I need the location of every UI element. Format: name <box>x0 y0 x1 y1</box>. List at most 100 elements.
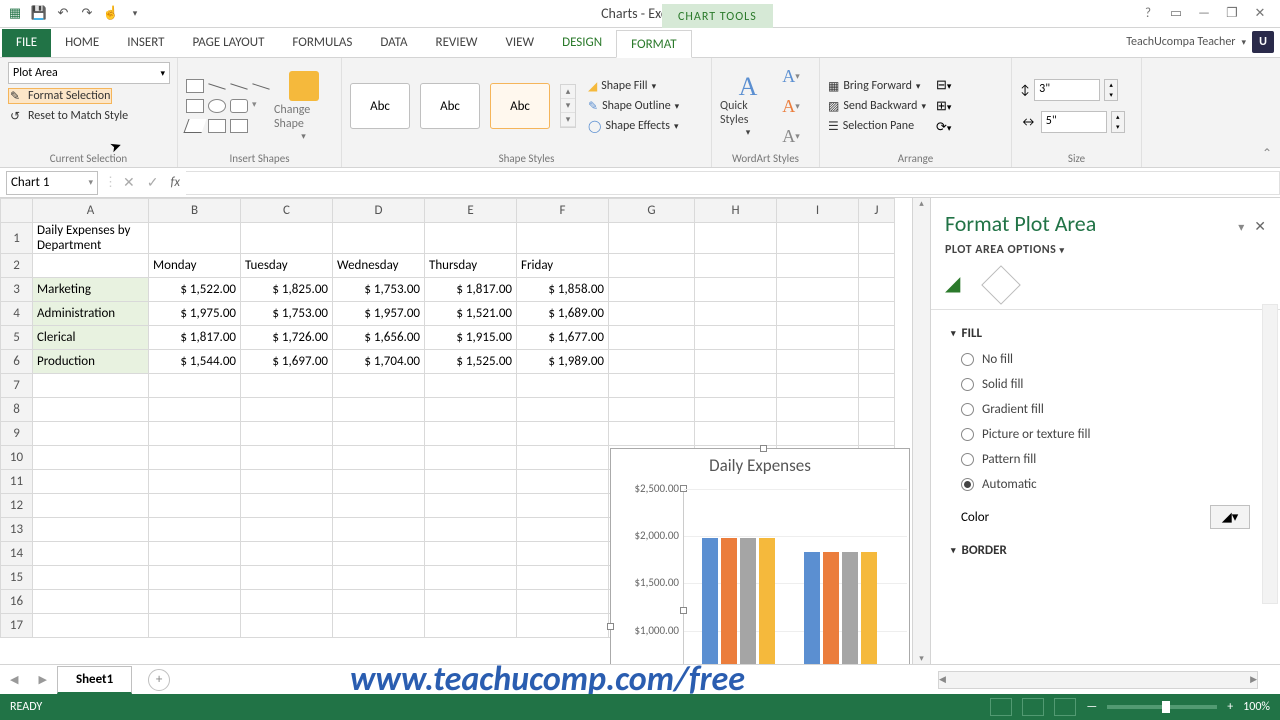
cell[interactable]: Production <box>33 350 149 374</box>
shape-gallery-row3[interactable] <box>186 119 270 133</box>
bar[interactable] <box>759 538 775 664</box>
cell[interactable] <box>241 470 333 494</box>
cell[interactable] <box>695 223 777 254</box>
cell[interactable] <box>333 374 425 398</box>
qat-customize-icon[interactable]: ▾ <box>126 5 144 23</box>
cell[interactable] <box>609 350 695 374</box>
reset-match-style-button[interactable]: ↺Reset to Match Style <box>8 108 130 124</box>
cell[interactable] <box>241 566 333 590</box>
cell[interactable] <box>695 422 777 446</box>
cell[interactable] <box>777 302 859 326</box>
user-name[interactable]: TeachUcompa Teacher <box>1126 35 1235 49</box>
row-header[interactable]: 10 <box>1 446 33 470</box>
cell[interactable] <box>859 278 895 302</box>
pane-subtitle[interactable]: PLOT AREA OPTIONS ▾ <box>931 243 1280 267</box>
tab-home[interactable]: HOME <box>51 29 113 57</box>
style-gallery-scroll[interactable]: ▴▾▾ <box>560 84 576 128</box>
zoom-slider[interactable] <box>1107 705 1217 709</box>
cell[interactable]: $ 1,521.00 <box>425 302 517 326</box>
roundrect-shape-icon[interactable] <box>230 99 248 113</box>
undo-icon[interactable]: ↶ <box>54 5 72 23</box>
tab-file[interactable]: FILE <box>2 29 51 57</box>
fill-auto-radio[interactable]: Automatic <box>951 472 1260 497</box>
fx-icon[interactable]: fx <box>164 175 186 190</box>
effects-tab-icon[interactable] <box>981 265 1021 305</box>
row-header[interactable]: 1 <box>1 223 33 254</box>
zoom-out-icon[interactable]: — <box>1086 700 1097 714</box>
plot-area[interactable] <box>683 489 907 664</box>
row-header[interactable]: 16 <box>1 590 33 614</box>
cell[interactable] <box>333 398 425 422</box>
chart-element-selector[interactable]: Plot Area▾ <box>8 62 170 84</box>
cell[interactable] <box>333 223 425 254</box>
cell[interactable] <box>33 566 149 590</box>
minimize-icon[interactable]: — <box>1194 6 1214 21</box>
cell[interactable] <box>859 254 895 278</box>
cell[interactable] <box>859 422 895 446</box>
cell[interactable] <box>517 422 609 446</box>
text-outline-icon[interactable]: A▾ <box>780 94 802 118</box>
group-icon[interactable]: ⊞▾ <box>936 99 951 114</box>
cell[interactable] <box>241 614 333 638</box>
width-input-row[interactable]: ↔5"▴▾ <box>1020 111 1125 133</box>
text-effects-icon[interactable]: A▾ <box>780 124 802 148</box>
tab-insert[interactable]: INSERT <box>113 29 178 57</box>
cell[interactable] <box>609 398 695 422</box>
row-header[interactable]: 4 <box>1 302 33 326</box>
shape-gallery-row1[interactable] <box>186 79 270 93</box>
fill-pattern-radio[interactable]: Pattern fill <box>951 447 1260 472</box>
cell[interactable] <box>149 494 241 518</box>
cell[interactable] <box>33 470 149 494</box>
send-backward-button[interactable]: ▨Send Backward▾ <box>828 99 926 114</box>
cell[interactable] <box>695 326 777 350</box>
cell[interactable] <box>425 590 517 614</box>
vertical-scrollbar[interactable]: ▴▾ <box>912 198 930 664</box>
fill-solid-radio[interactable]: Solid fill <box>951 372 1260 397</box>
cell[interactable]: $ 1,989.00 <box>517 350 609 374</box>
cell[interactable] <box>33 446 149 470</box>
cell[interactable] <box>859 223 895 254</box>
cell[interactable]: Marketing <box>33 278 149 302</box>
col-header[interactable]: G <box>609 199 695 223</box>
cell[interactable]: $ 1,544.00 <box>149 350 241 374</box>
cell[interactable]: $ 1,817.00 <box>149 326 241 350</box>
col-header[interactable]: A <box>33 199 149 223</box>
cell[interactable] <box>425 494 517 518</box>
cell[interactable] <box>149 398 241 422</box>
cell[interactable] <box>517 518 609 542</box>
tri-shape-icon[interactable] <box>183 119 206 133</box>
cell[interactable]: $ 1,858.00 <box>517 278 609 302</box>
cell[interactable] <box>333 566 425 590</box>
cell[interactable] <box>33 374 149 398</box>
cell[interactable] <box>609 278 695 302</box>
cell[interactable] <box>425 223 517 254</box>
fill-gradient-radio[interactable]: Gradient fill <box>951 397 1260 422</box>
cell[interactable] <box>333 470 425 494</box>
col-header[interactable]: B <box>149 199 241 223</box>
cell[interactable] <box>609 374 695 398</box>
cell[interactable]: Daily Expenses by Department <box>33 223 149 254</box>
cell[interactable] <box>425 398 517 422</box>
save-icon[interactable]: 💾 <box>30 5 48 23</box>
cell[interactable] <box>517 494 609 518</box>
shape-style-3[interactable]: Abc <box>490 83 550 129</box>
cell[interactable] <box>517 446 609 470</box>
cell[interactable] <box>333 422 425 446</box>
chart-title[interactable]: Daily Expenses <box>611 449 909 482</box>
cell[interactable] <box>859 302 895 326</box>
cell[interactable] <box>33 614 149 638</box>
selection-pane-button[interactable]: ☰Selection Pane <box>828 119 926 134</box>
bar[interactable] <box>861 552 877 664</box>
fill-section-header[interactable]: ▾FILL <box>951 320 1260 347</box>
col-header[interactable]: C <box>241 199 333 223</box>
cell[interactable] <box>425 614 517 638</box>
cell[interactable] <box>777 422 859 446</box>
zoom-level[interactable]: 100% <box>1243 700 1270 714</box>
cell[interactable] <box>695 350 777 374</box>
cell[interactable] <box>333 494 425 518</box>
line-shape-icon[interactable] <box>208 83 225 90</box>
cell[interactable] <box>517 470 609 494</box>
cell[interactable] <box>149 542 241 566</box>
cell[interactable] <box>777 350 859 374</box>
cell[interactable]: $ 1,522.00 <box>149 278 241 302</box>
